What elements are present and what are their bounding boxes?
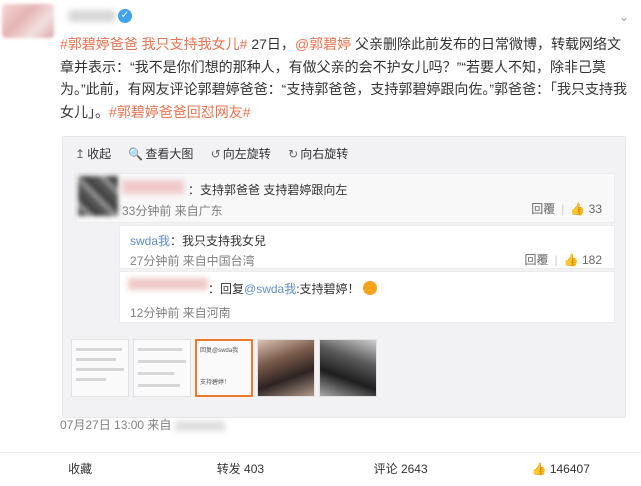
reply-text: swda我：我只支持我女兒 <box>130 232 266 249</box>
like-count: 33 <box>588 202 602 216</box>
favorite-label: 收藏 <box>68 462 93 476</box>
username-redacted[interactable] <box>68 10 116 22</box>
comment-button[interactable]: 评论 2643 <box>321 453 481 486</box>
username-redacted[interactable] <box>128 278 208 290</box>
thumbnail[interactable] <box>257 339 315 397</box>
reply-item: swda我：我只支持我女兒 27分钟前 来自中国台湾 回覆 | 👍 182 <box>119 225 615 269</box>
reply-text: ：回复@swda我:支持碧婷！ <box>208 280 377 297</box>
media-card: ↥ 收起 🔍 查看大图 ↺ 向左旋转 ↻ 向右旋转 ：支持郭爸爸 支持碧婷跟向左 33分… <box>62 136 626 418</box>
thumbnail[interactable] <box>133 339 191 397</box>
comment-label: 评论 2643 <box>373 462 428 476</box>
rotate-left-label: 向左旋转 <box>222 147 271 161</box>
verified-icon: ✓ <box>118 9 132 23</box>
post-date-ref: 27日， <box>247 36 295 52</box>
zoom-icon: 🔍 <box>128 147 144 161</box>
reply-body: :支持碧婷！ <box>296 282 360 296</box>
reply-body: ：我只支持我女兒 <box>170 234 267 248</box>
mention-link[interactable]: @swda我 <box>244 282 296 296</box>
collapse-button[interactable]: ↥ 收起 <box>75 145 111 162</box>
topic-link[interactable]: #郭碧婷爸爸 我只支持我女儿# <box>60 36 247 52</box>
thumbnail-text: 回复@swda我 <box>200 348 239 354</box>
reply-meta: 12分钟前 来自河南 <box>130 306 231 320</box>
reply-button[interactable]: 回覆 <box>531 202 555 216</box>
reply-button[interactable]: 回覆 <box>525 253 549 267</box>
like-icon[interactable]: 👍 <box>564 253 579 267</box>
topic-link-2[interactable]: #郭碧婷爸爸回怼网友# <box>109 104 251 120</box>
source-redacted <box>174 420 225 431</box>
emoji-icon <box>362 281 377 295</box>
collapse-label: 收起 <box>87 147 112 161</box>
rotate-left-icon: ↺ <box>210 147 221 161</box>
reply-user[interactable]: swda我 <box>130 234 170 248</box>
comment-item: ：支持郭爸爸 支持碧婷跟向左 33分钟前 来自广东 回覆 | 👍 33 <box>75 173 615 223</box>
divider: | <box>554 253 558 267</box>
like-button[interactable]: 👍 146407 <box>481 453 641 486</box>
like-count: 182 <box>581 253 602 267</box>
collapse-icon: ↥ <box>75 147 86 161</box>
rotate-right-icon: ↻ <box>288 147 299 161</box>
comment-meta: 33分钟前 来自广东 <box>122 204 223 218</box>
like-count: 146407 <box>549 462 590 476</box>
action-bar: 收藏 转发 403 评论 2643 👍 146407 <box>0 452 641 486</box>
repost-label: 转发 403 <box>216 462 265 476</box>
chevron-down-icon[interactable]: ⌄ <box>619 10 629 24</box>
reply-item: ：回复@swda我:支持碧婷！ 12分钟前 来自河南 <box>119 271 615 323</box>
reply-meta: 27分钟前 来自中国台湾 <box>130 254 255 268</box>
source-label: 来自 <box>144 418 172 432</box>
image-toolbar: ↥ 收起 🔍 查看大图 ↺ 向左旋转 ↻ 向右旋转 <box>75 145 362 165</box>
mention-link[interactable]: @郭碧婷 <box>295 36 351 52</box>
avatar[interactable] <box>78 176 118 216</box>
post-body: #郭碧婷爸爸 我只支持我女儿# 27日，@郭碧婷 父亲删除此前发布的日常微博，转… <box>60 33 630 123</box>
comment-text: ：支持郭爸爸 支持碧婷跟向左 <box>188 183 348 197</box>
avatar[interactable] <box>2 4 54 38</box>
post-timestamp: 07月27日 13:00 来自 <box>60 416 225 433</box>
timestamp[interactable]: 07月27日 13:00 <box>60 418 144 432</box>
thumbnail-text: 支持碧婷！ <box>200 380 231 386</box>
thumbnail[interactable] <box>71 339 129 397</box>
divider: | <box>561 202 565 216</box>
view-large-label: 查看大图 <box>145 147 194 161</box>
rotate-right-label: 向右旋转 <box>300 147 349 161</box>
rotate-right-button[interactable]: ↻ 向右旋转 <box>288 145 348 162</box>
like-icon[interactable]: 👍 <box>570 202 585 216</box>
like-icon: 👍 <box>531 462 547 476</box>
thumbnail-selected[interactable]: 回复@swda我 支持碧婷！ <box>195 339 253 397</box>
favorite-button[interactable]: 收藏 <box>0 453 160 486</box>
comment-actions: 回覆 | 👍 33 <box>531 200 602 217</box>
thumbnail[interactable] <box>319 339 377 397</box>
reply-actions: 回覆 | 👍 182 <box>525 251 602 268</box>
rotate-left-button[interactable]: ↺ 向左旋转 <box>211 145 271 162</box>
repost-button[interactable]: 转发 403 <box>160 453 320 486</box>
reply-prefix: ：回复 <box>208 282 245 296</box>
username-redacted[interactable] <box>122 180 184 194</box>
view-large-button[interactable]: 🔍 查看大图 <box>128 145 193 162</box>
